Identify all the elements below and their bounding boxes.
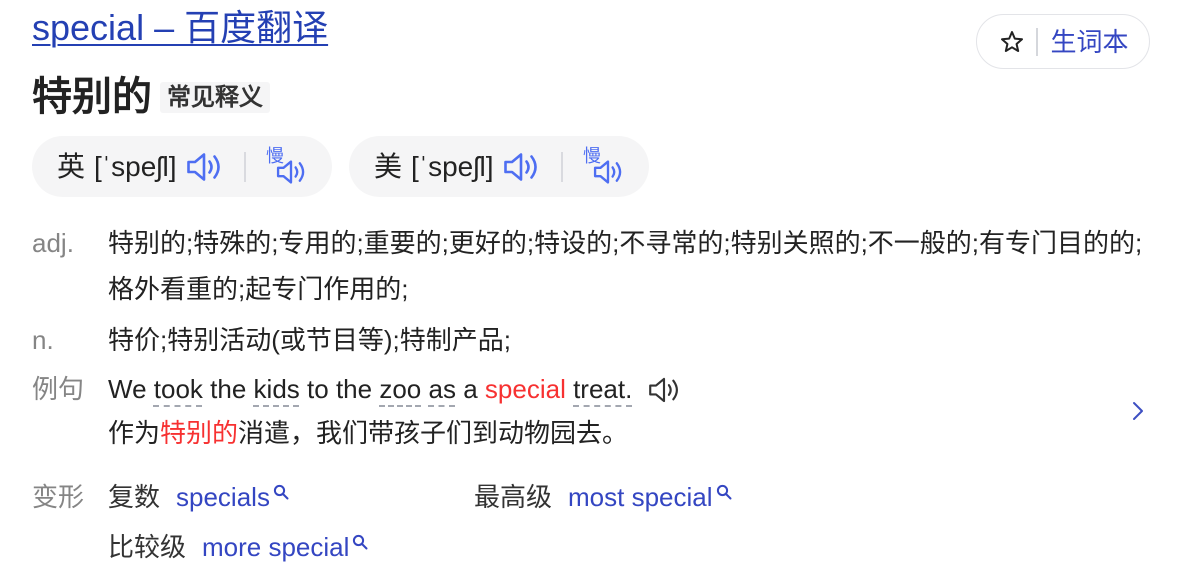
headword-row: 特别的 常见释义 xyxy=(32,73,270,121)
result-title-link[interactable]: special – 百度翻译 xyxy=(32,8,328,48)
keyword-highlight: 特别的 xyxy=(160,418,239,448)
form-comparative: 比较级 more special xyxy=(108,524,474,570)
pronunciation-uk: 英 [ˈspeʃl] 慢 xyxy=(32,136,332,197)
form-type-label: 比较级 xyxy=(108,532,187,562)
definition-list: adj. 特别的;特殊的;专用的;重要的;更好的;特设的;不寻常的;特别关照的;… xyxy=(32,220,1152,570)
example-english: We took the kids to the zoo as a special… xyxy=(108,367,1152,411)
forms-label: 变形 xyxy=(32,482,85,512)
definition-text: 特价;特别活动(或节目等);特制产品; xyxy=(108,325,511,355)
sentence-word: 消遣，我们带孩子们到动物园去。 xyxy=(238,418,629,448)
definition-text: 特别的;特殊的;专用的;重要的;更好的;特设的;不寻常的;特别关照的;不一般的;… xyxy=(108,228,1143,304)
ipa-text: [ˈspeʃl] xyxy=(94,150,177,182)
star-outline-icon[interactable] xyxy=(1000,30,1024,54)
region-label: 英 xyxy=(57,150,86,182)
add-to-wordbook-button[interactable]: 生词本 xyxy=(976,14,1150,69)
pronunciation-bar: 英 [ˈspeʃl] 慢 美 [ˈspeʃl] 慢 xyxy=(32,136,649,197)
chinese-sentence: 作为特别的消遣，我们带孩子们到动物园去。 xyxy=(108,418,628,448)
region-label: 美 xyxy=(373,150,402,182)
form-word[interactable]: specials xyxy=(176,482,270,512)
speaker-icon[interactable] xyxy=(501,149,541,185)
lookup-word[interactable]: took xyxy=(154,374,203,404)
search-icon[interactable] xyxy=(273,484,289,500)
word-forms-list: 复数 specials 最高级 most special 比较级 more speci… xyxy=(108,474,840,570)
form-word-link[interactable]: more special xyxy=(202,532,368,562)
definition-adj: adj. 特别的;特殊的;专用的;重要的;更好的;特设的;不寻常的;特别关照的;… xyxy=(32,220,1152,312)
lookup-word[interactable]: as xyxy=(429,374,456,404)
form-word[interactable]: more special xyxy=(202,532,349,562)
pill-divider xyxy=(244,151,246,182)
chevron-right-icon[interactable] xyxy=(1130,399,1146,423)
part-of-speech: adj. xyxy=(32,228,74,258)
sentence-word: We xyxy=(108,374,147,404)
speaker-icon xyxy=(276,159,305,184)
pill-divider xyxy=(561,151,563,182)
definition-noun: n. 特价;特别活动(或节目等);特制产品; xyxy=(32,317,1152,363)
search-icon[interactable] xyxy=(716,484,732,500)
sentence-word: the xyxy=(335,374,373,404)
example-chinese: 作为特别的消遣，我们带孩子们到动物园去。 xyxy=(108,411,1152,455)
pronunciation-us: 美 [ˈspeʃl] 慢 xyxy=(348,136,649,197)
form-word[interactable]: most special xyxy=(568,482,713,512)
wordbook-label[interactable]: 生词本 xyxy=(1051,27,1129,57)
lookup-word[interactable]: zoo xyxy=(379,374,421,404)
form-type-label: 最高级 xyxy=(474,482,553,512)
sentence-word: a xyxy=(463,374,478,404)
ipa-text: [ˈspeʃl] xyxy=(411,150,494,182)
form-superlative: 最高级 most special xyxy=(474,474,840,520)
example-content: We took the kids to the zoo as a special… xyxy=(108,367,1152,455)
example-label: 例句 xyxy=(32,374,85,404)
example-sentence-row: 例句 We took the kids to the zoo as a spec… xyxy=(32,367,1152,455)
sentence-word: to xyxy=(307,374,329,404)
speaker-icon[interactable] xyxy=(184,149,224,185)
slow-speaker-icon[interactable]: 慢 xyxy=(266,147,308,186)
lookup-word[interactable]: treat. xyxy=(573,374,632,404)
search-icon[interactable] xyxy=(352,534,368,550)
speaker-icon[interactable] xyxy=(646,374,682,406)
form-word-link[interactable]: most special xyxy=(568,482,732,512)
sentence-word: 作为 xyxy=(108,418,161,448)
form-plural: 复数 specials xyxy=(108,474,474,520)
slow-speaker-icon[interactable]: 慢 xyxy=(583,147,625,186)
form-type-label: 复数 xyxy=(108,482,161,512)
form-word-link[interactable]: specials xyxy=(176,482,289,512)
headword-translation: 特别的 xyxy=(32,75,152,119)
lookup-word[interactable]: kids xyxy=(254,374,300,404)
button-divider xyxy=(1036,27,1038,56)
english-sentence: We took the kids to the zoo as a special… xyxy=(108,374,632,404)
sentence-word: the xyxy=(210,374,247,404)
part-of-speech: n. xyxy=(32,325,54,355)
keyword-highlight: special xyxy=(484,374,566,404)
speaker-icon xyxy=(593,159,622,184)
common-meaning-badge: 常见释义 xyxy=(160,81,270,113)
dictionary-card: special – 百度翻译 生词本 特别的 常见释义 英 [ˈspeʃl] 慢 xyxy=(0,0,1184,574)
word-forms-row: 变形 复数 specials 最高级 most special 比较级 more… xyxy=(32,474,1152,570)
